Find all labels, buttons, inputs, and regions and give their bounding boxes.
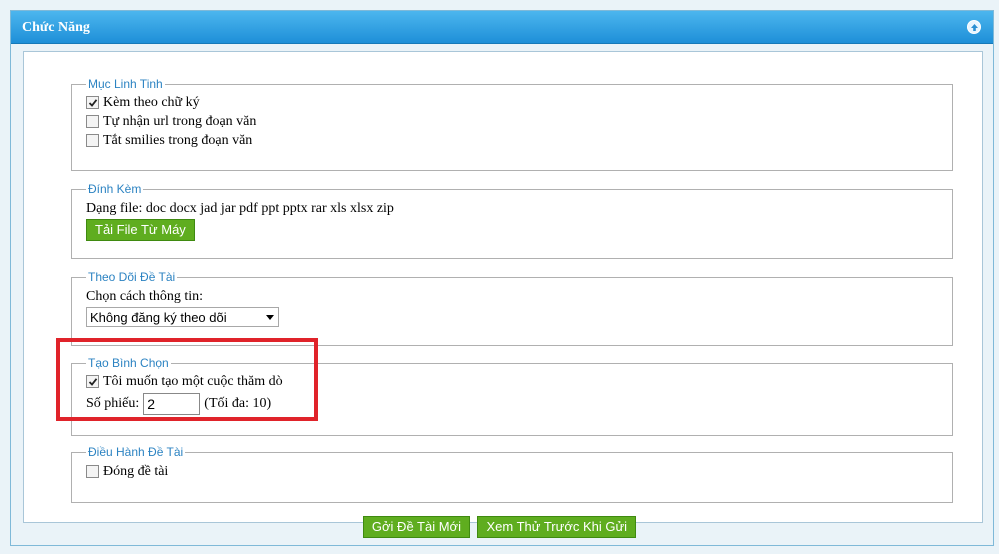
attachment-legend: Đính Kèm [88,182,142,196]
panel-header: Chức Năng [11,11,993,44]
disable-smilies-checkbox[interactable] [86,134,99,147]
attachment-section: Đính Kèm Dạng file: doc docx jad jar pdf… [71,182,953,259]
signature-checkbox[interactable] [86,96,99,109]
disable-smilies-label: Tắt smilies trong đoạn văn [103,132,253,148]
follow-section: Theo Dõi Đề Tài Chọn cách thông tin: Khô… [71,270,953,346]
file-types-text: Dạng file: doc docx jad jar pdf ppt pptx… [86,201,394,216]
subscription-select[interactable]: Không đăng ký theo dõi [86,307,279,327]
subscription-selected: Không đăng ký theo dõi [90,310,227,325]
follow-label: Chọn cách thông tin: [86,289,204,304]
preview-button[interactable]: Xem Thử Trước Khi Gửi [477,516,637,538]
option-auto-url[interactable]: Tự nhận url trong đoạn văn [86,112,938,131]
option-signature[interactable]: Kèm theo chữ ký [86,93,938,112]
moderation-section: Điều Hành Đề Tài Đóng đề tài [71,445,953,503]
option-close-thread[interactable]: Đóng đề tài [86,462,938,481]
collapse-up-icon[interactable] [967,20,981,34]
misc-legend: Mục Linh Tinh [88,77,163,91]
upload-file-button[interactable]: Tải File Từ Máy [86,219,195,241]
option-disable-smilies[interactable]: Tắt smilies trong đoạn văn [86,131,938,150]
panel-title: Chức Năng [22,20,90,35]
misc-section: Mục Linh Tinh Kèm theo chữ ký Tự nhận ur… [71,77,953,171]
close-thread-checkbox[interactable] [86,465,99,478]
submit-thread-button[interactable]: Gởi Đề Tài Mới [362,516,470,538]
signature-label: Kèm theo chữ ký [103,94,200,110]
functions-panel: Chức Năng Mục Linh Tinh Kèm theo chữ ký … [10,10,994,546]
options-content: Mục Linh Tinh Kèm theo chữ ký Tự nhận ur… [23,51,983,523]
moderation-legend: Điều Hành Đề Tài [88,445,184,459]
auto-url-checkbox[interactable] [86,115,99,128]
chevron-down-icon [266,315,274,320]
auto-url-label: Tự nhận url trong đoạn văn [103,113,257,129]
follow-legend: Theo Dõi Đề Tài [88,270,176,284]
close-thread-label: Đóng đề tài [103,463,169,479]
form-actions: Gởi Đề Tài Mới Xem Thử Trước Khi Gửi [0,516,999,538]
highlight-box [56,338,318,421]
